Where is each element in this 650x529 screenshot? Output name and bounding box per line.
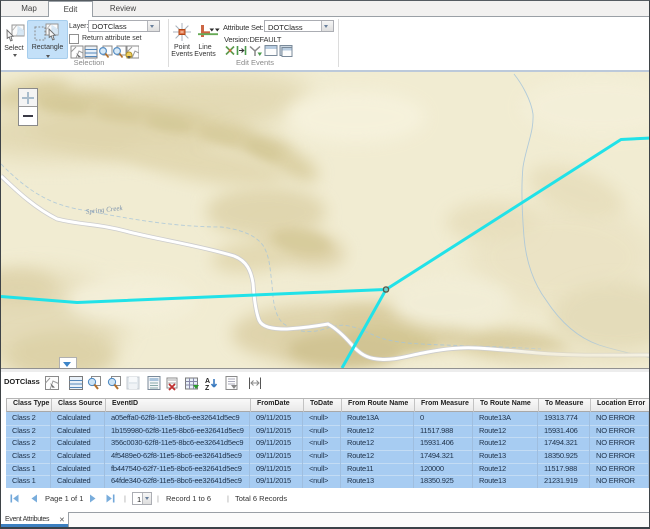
svg-text:Z: Z [205,385,210,392]
svg-text:A: A [205,378,210,385]
